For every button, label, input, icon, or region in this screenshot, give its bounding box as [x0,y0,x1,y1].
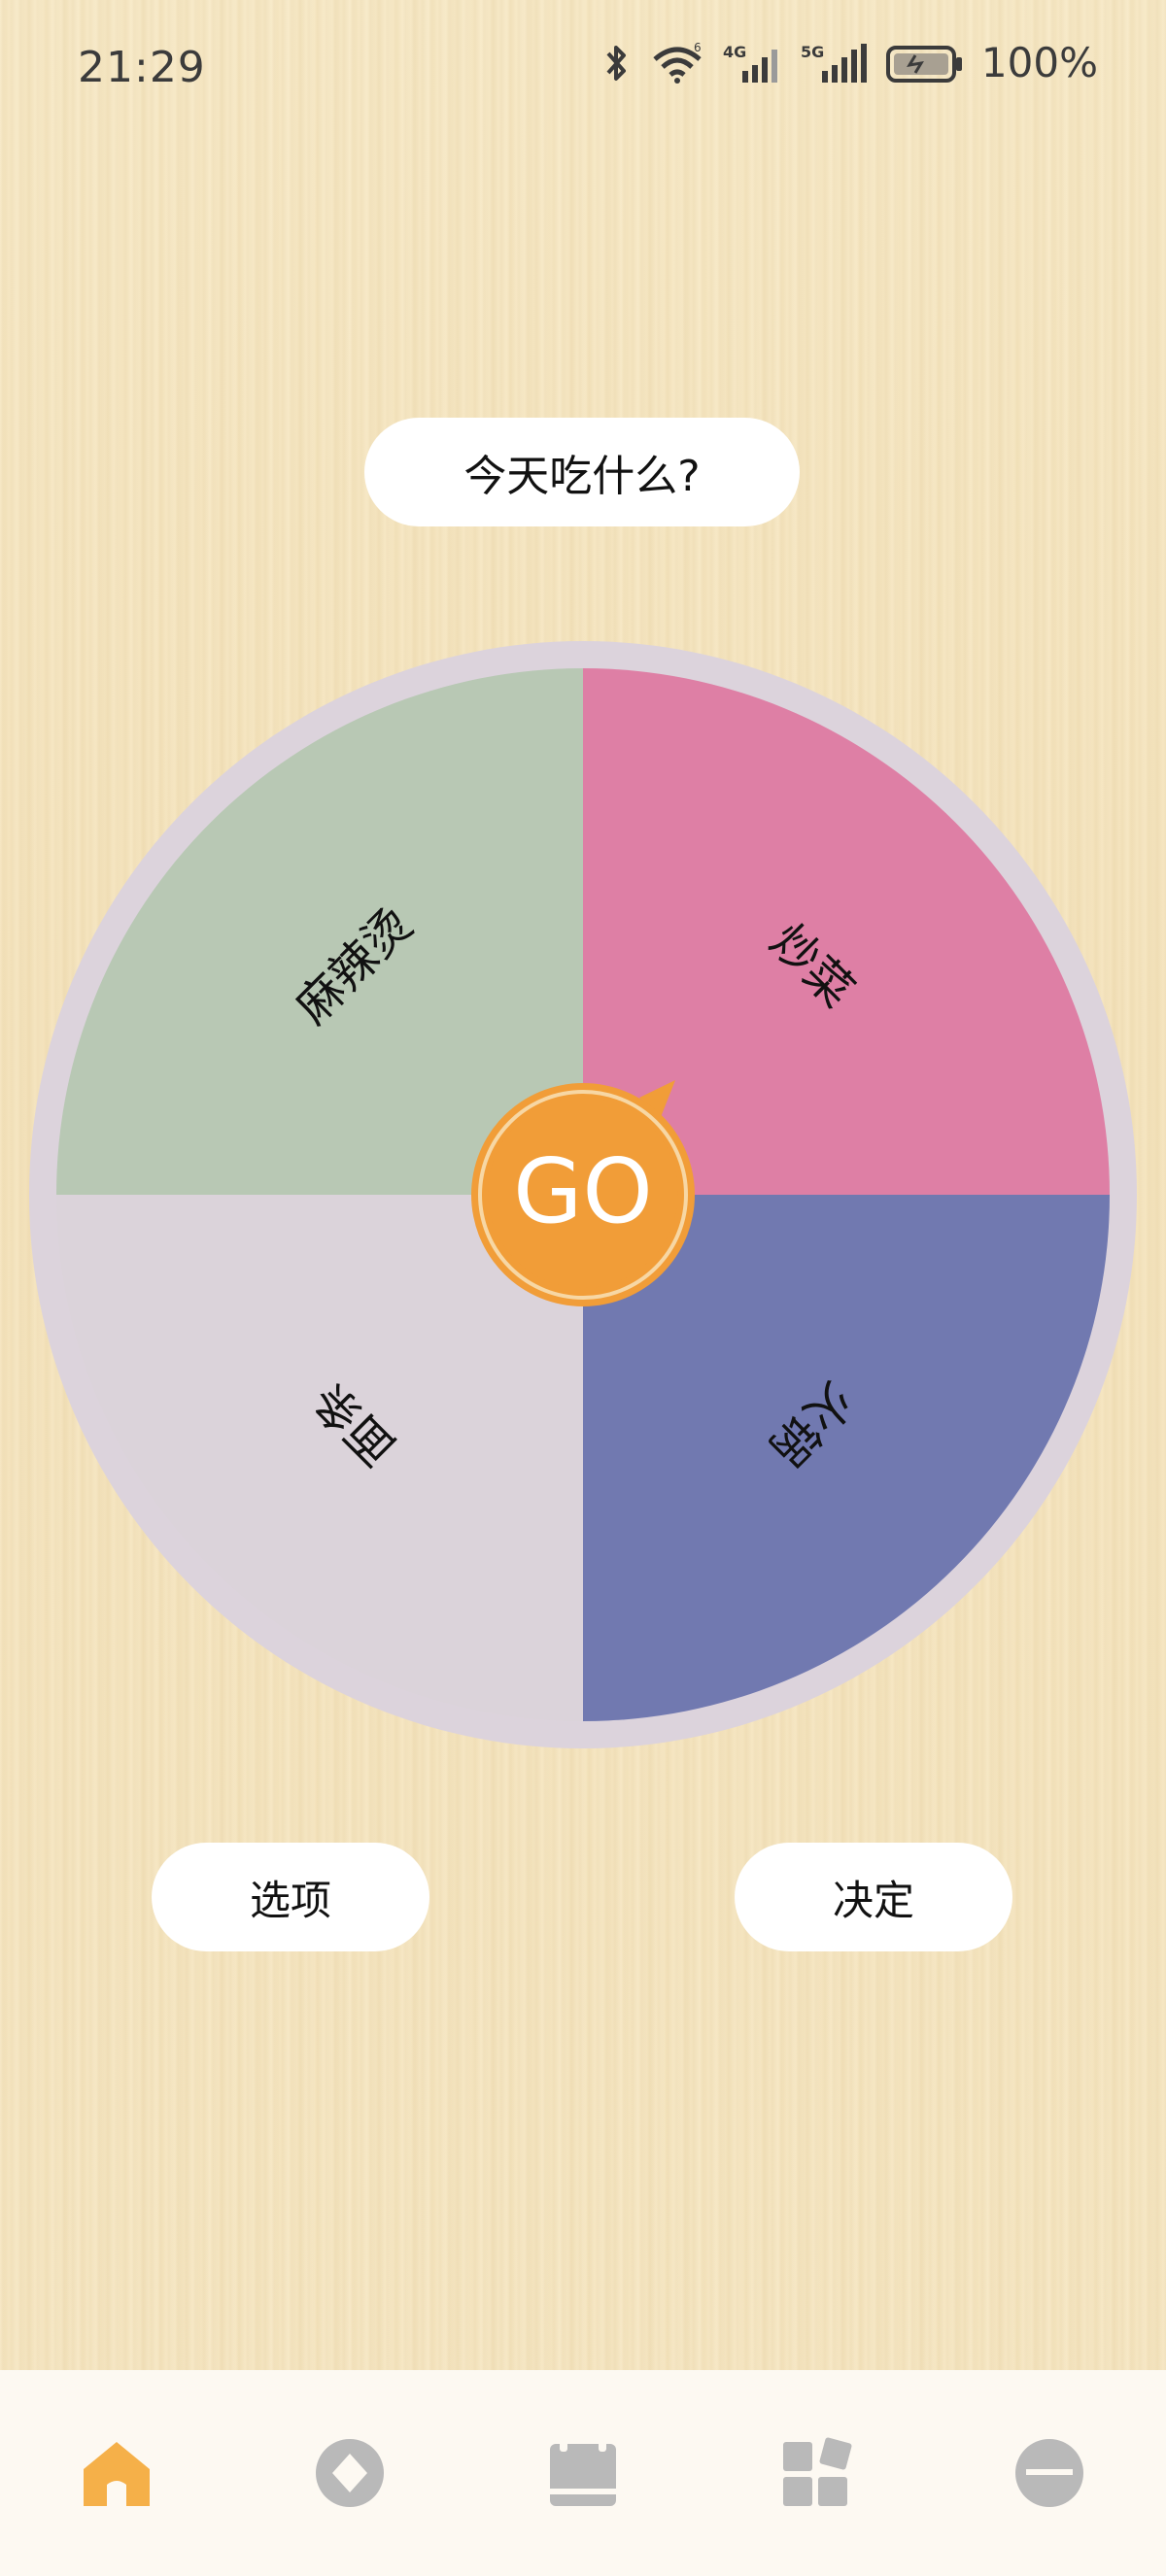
calendar-icon [550,2438,616,2506]
nav-profile[interactable] [933,2370,1166,2576]
battery-icon [885,45,962,83]
signal-4g-icon: 4G [723,43,777,83]
nav-home[interactable] [0,2370,233,2576]
profile-icon [1015,2439,1083,2507]
discover-icon [316,2439,384,2507]
nav-calendar[interactable] [466,2370,700,2576]
status-time: 21:29 [78,43,206,92]
status-bar: 21:29 6 4G 5G 100% [0,0,1166,146]
svg-text:4G: 4G [723,43,746,61]
go-label: GO [513,1139,653,1243]
nav-apps[interactable] [700,2370,933,2576]
bluetooth-icon [606,45,626,81]
apps-icon [783,2437,852,2506]
wifi-icon: 6 [653,42,702,84]
options-button[interactable]: 选项 [152,1843,429,1951]
nav-discover[interactable] [233,2370,466,2576]
spin-wheel: 炒菜 火锅 面条 麻辣烫 GO [29,641,1137,1748]
svg-text:6: 6 [694,42,702,54]
svg-text:5G: 5G [801,43,824,61]
page-title: 今天吃什么? [364,418,800,526]
decide-button[interactable]: 决定 [735,1843,1012,1951]
status-icons: 6 4G 5G 100% [602,39,1098,86]
home-icon [84,2442,150,2506]
signal-5g-icon: 5G [801,43,867,83]
bottom-nav [0,2370,1166,2576]
battery-percent: 100% [980,39,1098,86]
